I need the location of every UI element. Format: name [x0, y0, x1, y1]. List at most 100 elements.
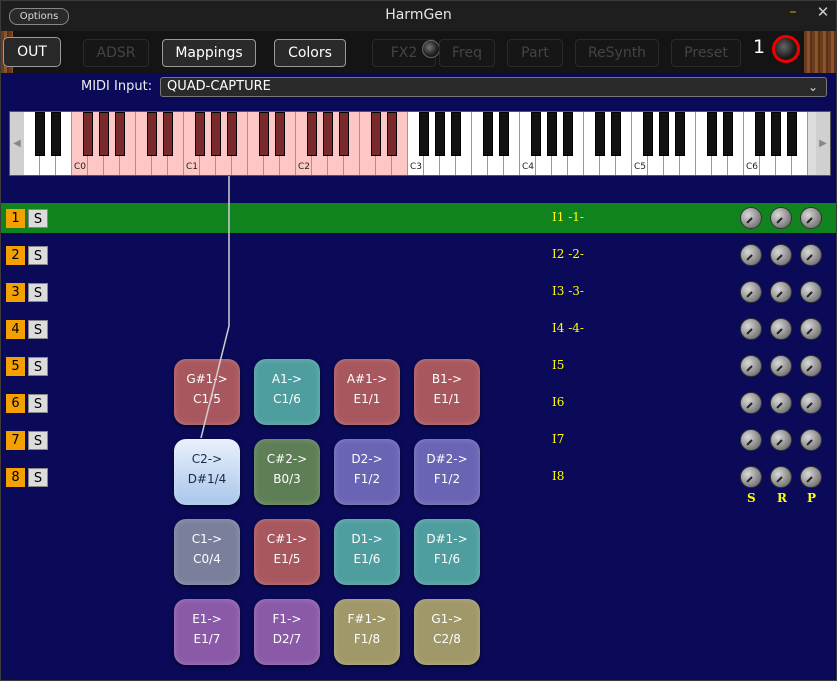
channel-row[interactable]: 3 S I3 -3- [1, 277, 836, 307]
p-knob[interactable] [800, 244, 822, 266]
channel-row[interactable]: 1 S I1 -1- [1, 203, 836, 233]
p-knob[interactable] [800, 281, 822, 303]
channel-number-button[interactable]: 1 [6, 209, 25, 228]
mapping-pad[interactable]: A#1-> E1/1 [334, 359, 400, 425]
channel-number-button[interactable]: 2 [6, 246, 25, 265]
black-key[interactable] [611, 112, 621, 156]
solo-button[interactable]: S [28, 468, 48, 487]
tab-colors[interactable]: Colors [274, 39, 346, 67]
black-key[interactable] [387, 112, 397, 156]
channel-number-button[interactable]: 3 [6, 283, 25, 302]
black-key[interactable] [547, 112, 557, 156]
p-knob[interactable] [800, 355, 822, 377]
mapping-pad[interactable]: G1-> C2/8 [414, 599, 480, 665]
p-knob[interactable] [800, 466, 822, 488]
mapping-pad[interactable]: D2-> F1/2 [334, 439, 400, 505]
s-knob[interactable] [740, 281, 762, 303]
tab-adsr[interactable]: ADSR [83, 39, 149, 67]
r-knob[interactable] [770, 281, 792, 303]
black-key[interactable] [163, 112, 173, 156]
p-knob[interactable] [800, 429, 822, 451]
mapping-pad[interactable]: A1-> C1/6 [254, 359, 320, 425]
black-key[interactable] [51, 112, 61, 156]
mapping-pad[interactable]: B1-> E1/1 [414, 359, 480, 425]
preset-knob-icon[interactable] [772, 35, 800, 63]
fx-knob-icon[interactable] [422, 40, 440, 58]
black-key[interactable] [707, 112, 717, 156]
black-key[interactable] [83, 112, 93, 156]
black-key[interactable] [259, 112, 269, 156]
black-key[interactable] [787, 112, 797, 156]
mapping-pad[interactable]: D1-> E1/6 [334, 519, 400, 585]
black-key[interactable] [227, 112, 237, 156]
solo-button[interactable]: S [28, 320, 48, 339]
channel-number-button[interactable]: 7 [6, 431, 25, 450]
r-knob[interactable] [770, 318, 792, 340]
channel-number-button[interactable]: 5 [6, 357, 25, 376]
r-knob[interactable] [770, 244, 792, 266]
black-key[interactable] [115, 112, 125, 156]
r-knob[interactable] [770, 392, 792, 414]
black-key[interactable] [531, 112, 541, 156]
channel-number-button[interactable]: 6 [6, 394, 25, 413]
tab-resynth[interactable]: ReSynth [575, 39, 659, 67]
mapping-pad[interactable]: D#2-> F1/2 [414, 439, 480, 505]
mapping-pad[interactable]: F1-> D2/7 [254, 599, 320, 665]
channel-row[interactable]: 4 S I4 -4- [1, 314, 836, 344]
keyboard-scroll-left-button[interactable]: ◀ [10, 112, 24, 175]
solo-button[interactable]: S [28, 246, 48, 265]
black-key[interactable] [195, 112, 205, 156]
p-knob[interactable] [800, 207, 822, 229]
s-knob[interactable] [740, 244, 762, 266]
s-knob[interactable] [740, 466, 762, 488]
black-key[interactable] [755, 112, 765, 156]
r-knob[interactable] [770, 466, 792, 488]
black-key[interactable] [483, 112, 493, 156]
black-key[interactable] [323, 112, 333, 156]
midi-input-select[interactable]: QUAD-CAPTURE ⌄ [160, 77, 827, 97]
tab-preset[interactable]: Preset [671, 39, 741, 67]
black-key[interactable] [211, 112, 221, 156]
channel-number-button[interactable]: 8 [6, 468, 25, 487]
minimize-button[interactable]: – [783, 4, 803, 24]
black-key[interactable] [563, 112, 573, 156]
solo-button[interactable]: S [28, 394, 48, 413]
black-key[interactable] [307, 112, 317, 156]
black-key[interactable] [659, 112, 669, 156]
keyboard-scroll-right-button[interactable]: ▶ [816, 112, 830, 175]
solo-button[interactable]: S [28, 431, 48, 450]
tab-part[interactable]: Part [507, 39, 563, 67]
mapping-pad[interactable]: C2-> D#1/4 [174, 439, 240, 505]
mapping-pad[interactable]: F#1-> F1/8 [334, 599, 400, 665]
black-key[interactable] [339, 112, 349, 156]
black-key[interactable] [147, 112, 157, 156]
black-key[interactable] [595, 112, 605, 156]
black-key[interactable] [35, 112, 45, 156]
solo-button[interactable]: S [28, 209, 48, 228]
tab-freq[interactable]: Freq [439, 39, 495, 67]
mapping-pad[interactable]: C1-> C0/4 [174, 519, 240, 585]
mapping-pad[interactable]: E1-> E1/7 [174, 599, 240, 665]
channel-number-button[interactable]: 4 [6, 320, 25, 339]
black-key[interactable] [675, 112, 685, 156]
r-knob[interactable] [770, 207, 792, 229]
mapping-pad[interactable]: C#2-> B0/3 [254, 439, 320, 505]
black-key[interactable] [771, 112, 781, 156]
keyboard-keys[interactable]: C0 C1 C2 C3 C4 C5 C6 [24, 112, 816, 175]
black-key[interactable] [499, 112, 509, 156]
mapping-pad[interactable]: C#1-> E1/5 [254, 519, 320, 585]
s-knob[interactable] [740, 318, 762, 340]
black-key[interactable] [451, 112, 461, 156]
black-key[interactable] [371, 112, 381, 156]
black-key[interactable] [723, 112, 733, 156]
solo-button[interactable]: S [28, 283, 48, 302]
p-knob[interactable] [800, 318, 822, 340]
s-knob[interactable] [740, 429, 762, 451]
piano-keyboard[interactable]: ◀ C0 C1 C2 C3 C4 C5 C6 ▶ [9, 111, 831, 176]
mapping-pad[interactable]: D#1-> F1/6 [414, 519, 480, 585]
black-key[interactable] [643, 112, 653, 156]
close-button[interactable]: ✕ [813, 3, 833, 23]
black-key[interactable] [435, 112, 445, 156]
s-knob[interactable] [740, 392, 762, 414]
out-button[interactable]: OUT [3, 37, 61, 67]
